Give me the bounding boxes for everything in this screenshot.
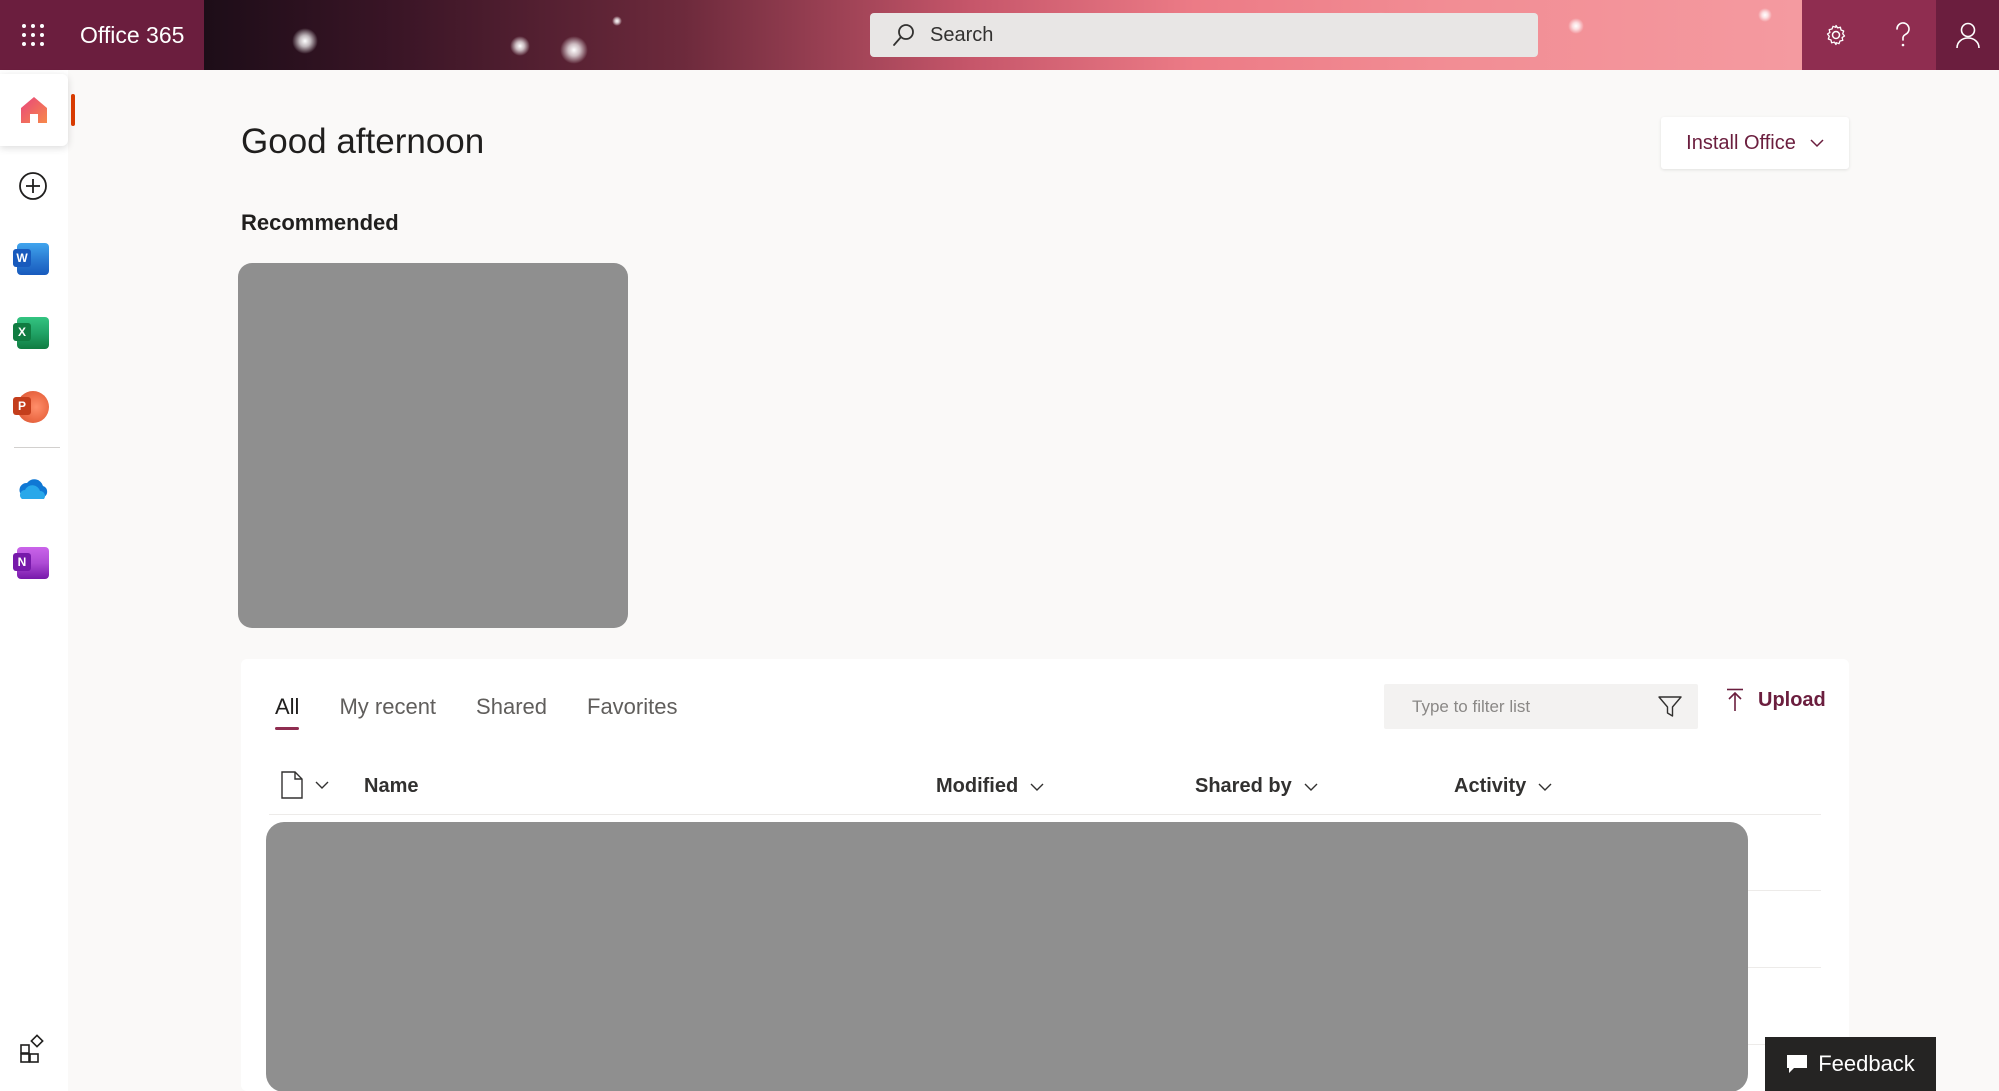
rail-item-home[interactable]: [0, 74, 68, 146]
filter-placeholder: Type to filter list: [1412, 696, 1531, 716]
app-title[interactable]: Office 365: [66, 0, 204, 70]
files-panel: All My recent Shared Favorites Type to f…: [241, 659, 1849, 1091]
chevron-down-icon: [1030, 783, 1044, 791]
file-list-header: Name Modified Shared by Activity: [269, 767, 1821, 815]
rail-item-onedrive[interactable]: [14, 470, 52, 508]
person-icon: [1955, 22, 1980, 49]
rail-item-create[interactable]: [14, 167, 52, 205]
upload-icon: [1727, 688, 1743, 711]
rail-divider: [14, 447, 60, 448]
column-activity-label: Activity: [1454, 775, 1527, 797]
powerpoint-icon: P: [13, 391, 49, 423]
feedback-label: Feedback: [1818, 1051, 1915, 1076]
recommended-card[interactable]: [238, 263, 628, 628]
chevron-down-icon: [1304, 783, 1318, 791]
search-box[interactable]: Search: [870, 13, 1538, 57]
header-banner: Search: [204, 0, 1802, 70]
chevron-down-icon: [1810, 139, 1824, 148]
chevron-down-icon: [1538, 783, 1552, 791]
home-icon: [21, 97, 47, 123]
column-modified-label: Modified: [936, 775, 1019, 797]
column-shared-by[interactable]: Shared by: [1195, 775, 1318, 798]
column-activity[interactable]: Activity: [1454, 775, 1552, 798]
help-icon: [1895, 22, 1910, 47]
tab-all[interactable]: All: [275, 694, 300, 730]
excel-icon: X: [13, 317, 49, 349]
column-shared-by-label: Shared by: [1195, 775, 1292, 797]
install-office-button[interactable]: Install Office: [1661, 117, 1849, 169]
left-rail: W X P N: [0, 70, 75, 1091]
page-title: Good afternoon: [241, 122, 485, 161]
create-icon: [19, 172, 47, 200]
filter-icon[interactable]: [1658, 695, 1682, 718]
document-icon: [281, 771, 303, 799]
onenote-icon: N: [13, 547, 49, 579]
feedback-button[interactable]: Feedback: [1765, 1037, 1936, 1091]
settings-button[interactable]: [1802, 0, 1869, 70]
rail-item-word[interactable]: W: [13, 240, 52, 278]
upload-label: Upload: [1758, 688, 1826, 711]
rail-item-excel[interactable]: X: [13, 314, 52, 352]
onedrive-icon: [19, 479, 48, 499]
chevron-down-icon: [315, 781, 329, 789]
apps-icon: [20, 1034, 44, 1063]
help-button[interactable]: [1869, 0, 1936, 70]
filter-input[interactable]: Type to filter list: [1384, 684, 1698, 729]
column-name[interactable]: Name: [364, 775, 418, 798]
file-type-column[interactable]: [281, 771, 329, 799]
search-placeholder: Search: [930, 23, 994, 46]
word-icon: W: [13, 243, 49, 275]
upload-button[interactable]: Upload: [1726, 688, 1826, 712]
rail-item-powerpoint[interactable]: P: [13, 388, 52, 426]
file-list-rows[interactable]: [266, 822, 1748, 1091]
rail-item-apps[interactable]: [14, 1030, 52, 1068]
tab-shared[interactable]: Shared: [476, 694, 547, 730]
top-bar: Office 365 Search: [0, 0, 1999, 70]
account-button[interactable]: [1936, 0, 1999, 70]
waffle-icon: [22, 24, 44, 46]
column-modified[interactable]: Modified: [936, 775, 1044, 798]
search-icon: [893, 24, 914, 46]
gear-icon: [1826, 24, 1845, 46]
section-title-recommended: Recommended: [241, 210, 399, 235]
app-launcher-button[interactable]: [0, 0, 66, 70]
install-office-label: Install Office: [1686, 131, 1796, 154]
app-title-text: Office 365: [80, 21, 185, 48]
rail-active-indicator: [71, 94, 75, 126]
file-tabs: All My recent Shared Favorites: [275, 694, 717, 730]
tab-my-recent[interactable]: My recent: [339, 694, 436, 730]
feedback-icon: [1787, 1055, 1808, 1073]
rail-item-onenote[interactable]: N: [13, 544, 52, 582]
column-name-label: Name: [364, 775, 419, 797]
tab-favorites[interactable]: Favorites: [587, 694, 677, 730]
